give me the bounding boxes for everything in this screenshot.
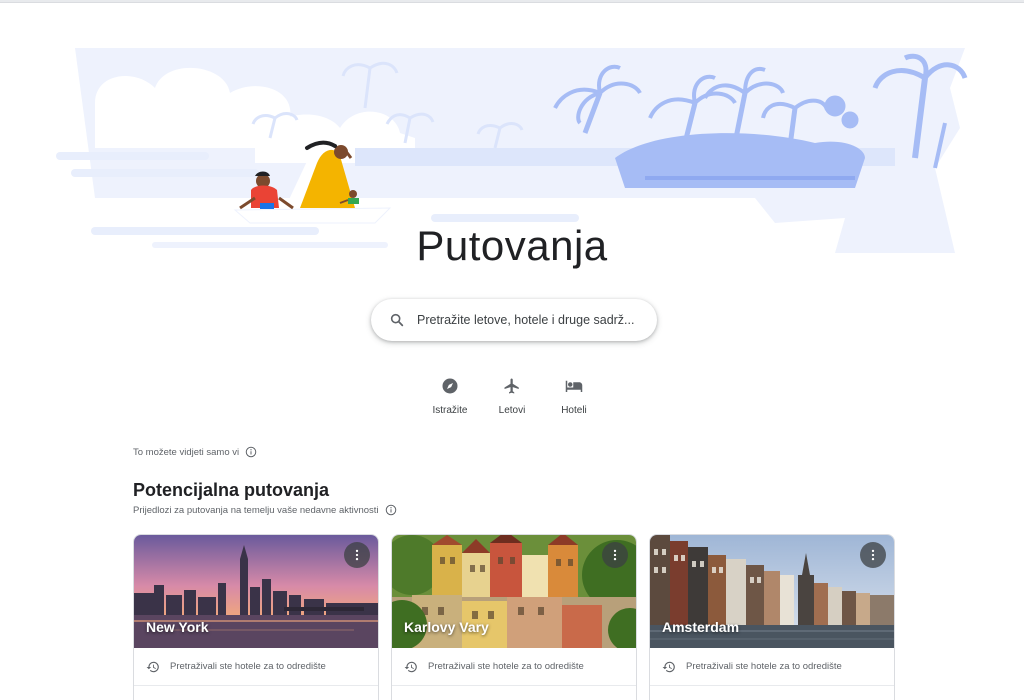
more-options-button[interactable]	[860, 542, 886, 568]
window-top-border	[0, 0, 1024, 3]
history-icon	[404, 660, 418, 674]
card-city-name: Amsterdam	[662, 619, 740, 635]
trip-cards: New York Pretraživali ste hotele za to o…	[133, 534, 895, 700]
nav-hotels[interactable]: Hoteli	[543, 374, 605, 416]
history-icon	[146, 660, 160, 674]
city-image-new-york: New York	[134, 535, 378, 648]
bed-icon	[562, 374, 586, 398]
info-icon[interactable]	[245, 446, 257, 458]
more-options-button[interactable]	[602, 542, 628, 568]
section-subtitle: Prijedlozi za putovanja na temelju vaše …	[133, 504, 397, 516]
trip-card-karlovy-vary[interactable]: Karlovy Vary Pretraživali ste hotele za …	[391, 534, 637, 700]
privacy-note: To možete vidjeti samo vi	[133, 446, 257, 458]
search-box[interactable]	[371, 299, 657, 341]
more-vert-icon	[871, 549, 875, 561]
more-options-button[interactable]	[344, 542, 370, 568]
page-title: Putovanja	[416, 222, 608, 269]
nav-flights[interactable]: Letovi	[481, 374, 543, 416]
nav-flights-label: Letovi	[498, 405, 526, 416]
nav-explore-label: Istražite	[432, 405, 468, 416]
more-vert-icon	[355, 549, 359, 561]
card-footer: Pretraživali ste hotele za to odredište	[134, 648, 378, 686]
airplane-icon	[500, 374, 524, 398]
city-image-karlovy-vary: Karlovy Vary	[392, 535, 636, 648]
history-icon	[662, 660, 676, 674]
search-input[interactable]	[417, 313, 639, 327]
card-city-name: Karlovy Vary	[404, 619, 489, 635]
city-image-amsterdam: Amsterdam	[650, 535, 894, 648]
travel-nav: Istražite Letovi Hoteli	[0, 374, 1024, 416]
card-note: Pretraživali ste hotele za to odredište	[686, 661, 842, 672]
card-note: Pretraživali ste hotele za to odredište	[428, 661, 584, 672]
section-title: Potencijalna putovanja	[133, 480, 330, 500]
trip-card-amsterdam[interactable]: Amsterdam Pretraživali ste hotele za to …	[649, 534, 895, 700]
card-footer: Pretraživali ste hotele za to odredište	[650, 648, 894, 686]
nav-hotels-label: Hoteli	[561, 405, 587, 416]
card-note: Pretraživali ste hotele za to odredište	[170, 661, 326, 672]
search-icon	[389, 312, 405, 328]
privacy-note-text: To možete vidjeti samo vi	[133, 446, 240, 458]
nav-explore[interactable]: Istražite	[419, 374, 481, 416]
trip-card-new-york[interactable]: New York Pretraživali ste hotele za to o…	[133, 534, 379, 700]
info-icon[interactable]	[385, 504, 397, 516]
section-subtitle-text: Prijedlozi za putovanja na temelju vaše …	[133, 504, 379, 516]
card-footer: Pretraživali ste hotele za to odredište	[392, 648, 636, 686]
compass-icon	[438, 374, 462, 398]
more-vert-icon	[613, 549, 617, 561]
card-city-name: New York	[146, 619, 209, 635]
